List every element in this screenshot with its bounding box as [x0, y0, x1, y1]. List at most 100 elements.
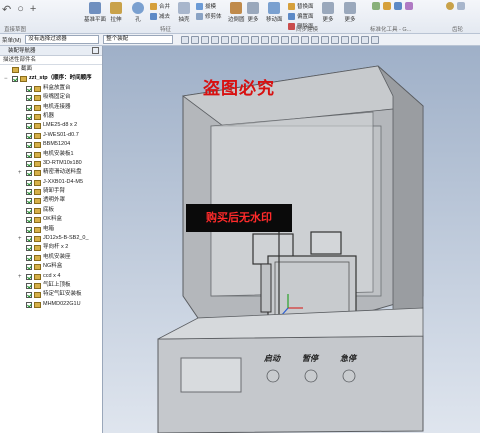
tree-item[interactable]: 机器	[0, 112, 102, 121]
snap-icon[interactable]	[191, 35, 200, 44]
move-face-button[interactable]: 移动面	[266, 2, 283, 23]
add-icon[interactable]: +	[30, 3, 36, 16]
visibility-checkbox[interactable]	[26, 160, 32, 167]
select-icon[interactable]	[181, 35, 190, 44]
extrude-button[interactable]: 拉伸	[110, 2, 122, 23]
tree-item[interactable]: 电机安装板1	[0, 150, 102, 159]
tree-item[interactable]: BBM51204	[0, 140, 102, 149]
shell-button[interactable]: 抽壳	[178, 2, 190, 23]
visibility-checkbox[interactable]	[26, 151, 32, 158]
standard-tools-icons[interactable]	[372, 2, 413, 10]
visibility-checkbox[interactable]	[26, 236, 32, 243]
render-icon[interactable]	[371, 35, 380, 44]
tree-item[interactable]: 电箱	[0, 225, 102, 234]
zoom-icon[interactable]	[221, 35, 230, 44]
tree-item[interactable]: 透明外罩	[0, 196, 102, 205]
visibility-checkbox[interactable]	[26, 179, 32, 186]
grid-icon[interactable]	[341, 35, 350, 44]
tree-item[interactable]: J-WES01-d0.7	[0, 131, 102, 140]
offset-face-button[interactable]: 偏置面	[288, 12, 314, 20]
assembly-scope-dropdown[interactable]: 整个装配	[103, 35, 174, 44]
pause-button[interactable]	[304, 369, 318, 383]
visibility-checkbox[interactable]	[26, 292, 32, 299]
visibility-checkbox[interactable]	[26, 170, 32, 177]
hole-button[interactable]: 孔	[132, 2, 144, 23]
tree-item[interactable]: + JD12x5-B-SB2_0_	[0, 234, 102, 243]
pan-icon[interactable]	[241, 35, 250, 44]
navigator-filter[interactable]: 描述性部件名	[0, 56, 102, 65]
more-sync-button[interactable]: 更多	[322, 2, 334, 23]
gear-icon[interactable]	[331, 35, 340, 44]
replace-face-button[interactable]: 替换面	[288, 2, 314, 10]
tree-item[interactable]: 电机连接器	[0, 103, 102, 112]
cube-icon[interactable]	[351, 35, 360, 44]
undo-icon[interactable]: ↶	[2, 3, 11, 16]
rotate-icon[interactable]	[231, 35, 240, 44]
visibility-checkbox[interactable]	[26, 226, 32, 233]
visibility-checkbox[interactable]	[26, 245, 32, 252]
emergency-stop-button[interactable]	[342, 369, 356, 383]
layer-icon[interactable]	[281, 35, 290, 44]
graphics-viewport[interactable]: 启动 暂停 急停 盗图必究 购买后无水印	[103, 46, 480, 433]
wireframe-icon[interactable]	[261, 35, 270, 44]
section-icon[interactable]	[271, 35, 280, 44]
visibility-checkbox[interactable]	[26, 254, 32, 261]
draft-button[interactable]: 拔模	[196, 2, 216, 10]
point-icon[interactable]	[201, 35, 210, 44]
orient-icon[interactable]	[301, 35, 310, 44]
tree-item[interactable]: OK料盒	[0, 215, 102, 224]
visibility-checkbox[interactable]	[26, 207, 32, 214]
tree-item[interactable]: − zzt_stp（顺序：时间顺序	[0, 74, 102, 83]
tree-item[interactable]: J-XXB01-D4-M5	[0, 178, 102, 187]
more-features-button[interactable]: 更多	[247, 2, 259, 23]
gear-tools-icons[interactable]	[446, 2, 465, 10]
show-hide-icon[interactable]	[291, 35, 300, 44]
visibility-checkbox[interactable]	[26, 189, 32, 196]
tree-item[interactable]: NG料盒	[0, 262, 102, 271]
more-tools-button[interactable]: 更多	[344, 2, 356, 23]
shade-icon[interactable]	[251, 35, 260, 44]
tree-item[interactable]: 气缸上顶板	[0, 281, 102, 290]
tree-item[interactable]: 导向杆 x 2	[0, 243, 102, 252]
fit-icon[interactable]	[211, 35, 220, 44]
visibility-checkbox[interactable]	[26, 85, 32, 92]
visibility-checkbox[interactable]	[26, 113, 32, 120]
maximize-icon[interactable]	[92, 47, 99, 54]
visibility-checkbox[interactable]	[26, 282, 32, 289]
tree-item[interactable]: 特定气缸安装板	[0, 290, 102, 299]
visibility-checkbox[interactable]	[26, 132, 32, 139]
visibility-checkbox[interactable]	[12, 76, 18, 83]
analysis-icon[interactable]	[321, 35, 330, 44]
edge-blend-button[interactable]: 边倒圆	[228, 2, 245, 23]
visibility-checkbox[interactable]	[26, 95, 32, 102]
selection-filter-dropdown[interactable]: 没有选择过滤器	[25, 35, 100, 44]
visibility-checkbox[interactable]	[26, 123, 32, 130]
tree-item[interactable]: 截面	[0, 65, 102, 74]
trim-body-button[interactable]: 修剪体	[196, 12, 222, 20]
tree-item[interactable]: 底板	[0, 206, 102, 215]
visibility-checkbox[interactable]	[26, 142, 32, 149]
tree-item[interactable]: LME25-d8 x 2	[0, 121, 102, 130]
visibility-checkbox[interactable]	[26, 198, 32, 205]
visibility-checkbox[interactable]	[26, 264, 32, 271]
datum-plane-button[interactable]: 基准平面	[84, 2, 106, 23]
visibility-checkbox[interactable]	[26, 217, 32, 224]
menu-button[interactable]: 菜单(M)	[2, 36, 21, 44]
tree-item[interactable]: + ccd x 4	[0, 272, 102, 281]
tree-item[interactable]: 料盒放置台	[0, 84, 102, 93]
tree-item[interactable]: 骑卸手臂	[0, 187, 102, 196]
tree-item[interactable]: 电机安装座	[0, 253, 102, 262]
tree-item[interactable]: 3D-RTM10x180	[0, 159, 102, 168]
start-button[interactable]	[266, 369, 280, 383]
measure-icon[interactable]	[311, 35, 320, 44]
tree-item[interactable]: MHMD022G1U	[0, 300, 102, 309]
visibility-checkbox[interactable]	[26, 301, 32, 308]
unite-button[interactable]: 合并	[150, 2, 170, 10]
tree-item[interactable]: 吸嘴固定台	[0, 93, 102, 102]
view-icon[interactable]	[361, 35, 370, 44]
visibility-checkbox[interactable]	[26, 273, 32, 280]
visibility-checkbox[interactable]	[26, 104, 32, 111]
subtract-button[interactable]: 减去	[150, 12, 170, 20]
circle-icon[interactable]: ○	[17, 3, 24, 16]
tree-item[interactable]: + 精密滑动送料盘	[0, 168, 102, 177]
